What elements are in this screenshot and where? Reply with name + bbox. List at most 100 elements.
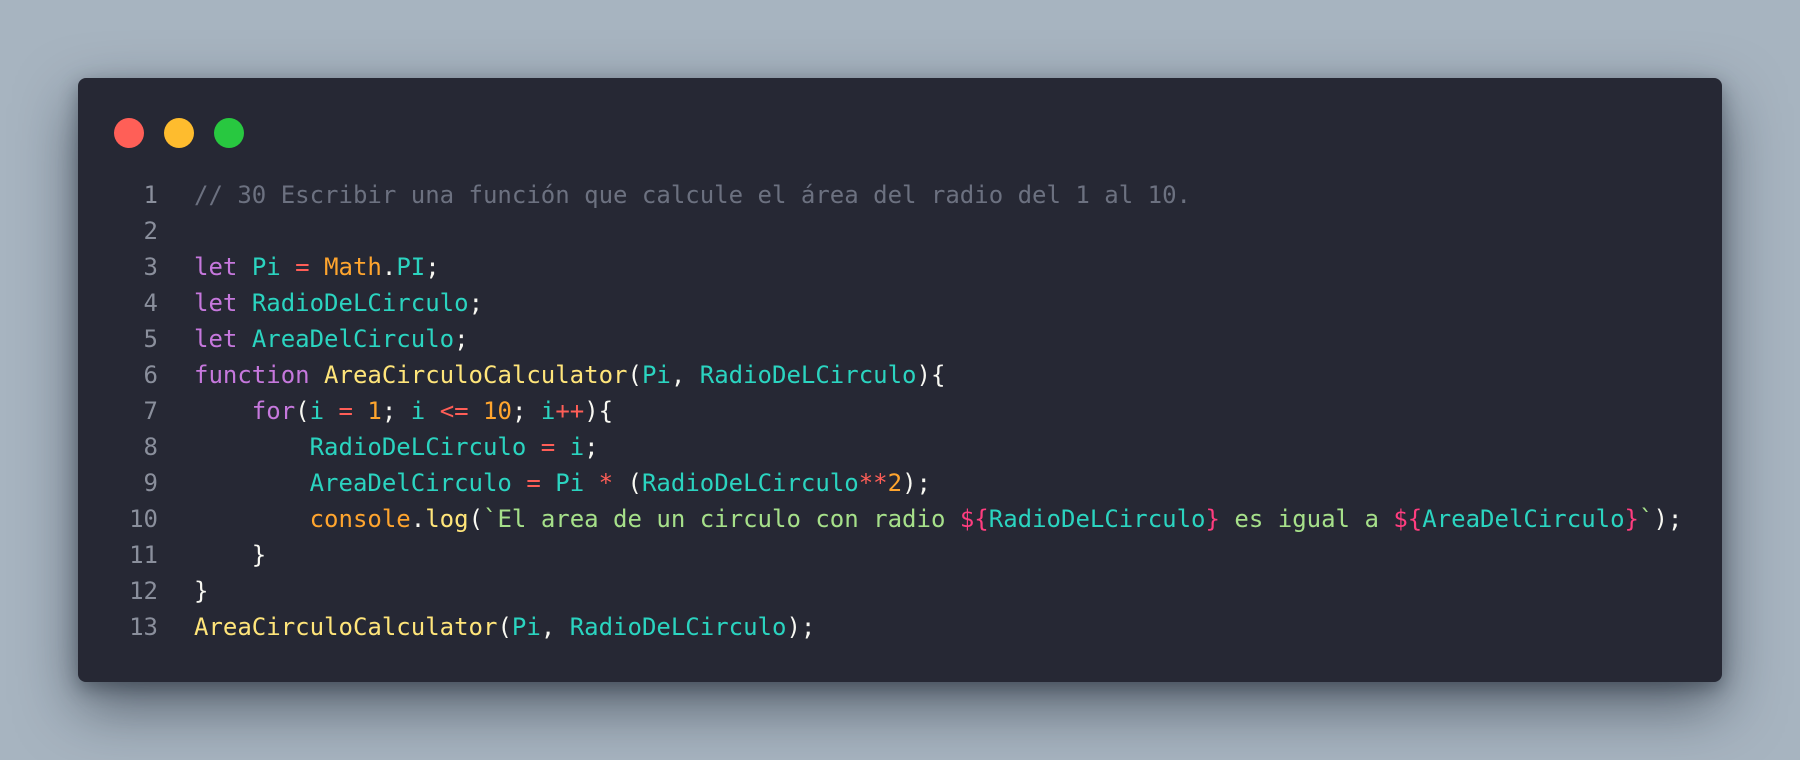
line-content: let RadioDeLCirculo;: [194, 285, 483, 321]
code-token: ${: [1393, 505, 1423, 533]
code-token: =: [338, 397, 353, 425]
code-token: Pi: [555, 469, 585, 497]
line-number: 4: [143, 289, 158, 317]
code-token: }: [194, 541, 267, 569]
code-token: PI: [396, 253, 426, 281]
code-token: ;: [468, 289, 484, 317]
code-line: 10 console.log(`El area de un circulo co…: [78, 501, 1722, 537]
code-token: ;: [584, 433, 599, 461]
line-number: 10: [129, 505, 158, 533]
code-token: ${: [959, 505, 989, 533]
code-line: 9 AreaDelCirculo = Pi * (RadioDeLCirculo…: [78, 465, 1722, 501]
code-token: =: [295, 253, 310, 281]
code-token: ,: [540, 613, 570, 641]
code-token: log: [425, 505, 469, 533]
line-content: // 30 Escribir una función que calcule e…: [194, 177, 1191, 213]
code-token: console: [309, 505, 411, 533]
code-line: 2: [78, 213, 1722, 249]
line-number: 6: [143, 361, 158, 389]
code-token: ,: [670, 361, 700, 389]
code-token: (: [613, 469, 642, 497]
code-token: AreaDelCirculo: [251, 325, 455, 353]
code-token: .: [410, 505, 426, 533]
line-number: 11: [129, 541, 158, 569]
code-token: function: [194, 361, 310, 389]
code-token: RadioDeLCirculo: [988, 505, 1206, 533]
code-token: ){: [916, 361, 946, 389]
code-token: );: [1653, 505, 1683, 533]
code-line: 12}: [78, 573, 1722, 609]
window-controls: [114, 118, 244, 148]
line-content: let AreaDelCirculo;: [194, 321, 469, 357]
code-token: 1: [367, 397, 382, 425]
line-number: 9: [143, 469, 158, 497]
code-token: <=: [439, 397, 469, 425]
line-content: AreaDelCirculo = Pi * (RadioDeLCirculo**…: [194, 465, 931, 501]
line-content: }: [194, 537, 266, 573]
code-token: Pi: [251, 253, 281, 281]
code-token: i: [410, 397, 426, 425]
code-token: i: [540, 397, 556, 425]
line-content: function AreaCirculoCalculator(Pi, Radio…: [194, 357, 945, 393]
code-line: 3 let Pi = Math.PI;: [78, 249, 1722, 285]
code-token: ;: [425, 253, 440, 281]
code-token: (: [497, 613, 512, 641]
code-token: es igual a: [1219, 505, 1394, 533]
code-token: RadioDeLCirculo: [699, 361, 917, 389]
code-token: 10: [483, 397, 512, 425]
code-window: 1 // 30 Escribir una función que calcule …: [78, 78, 1722, 682]
close-window-icon[interactable]: [114, 118, 144, 148]
line-number: 8: [143, 433, 158, 461]
line-content: AreaCirculoCalculator(Pi, RadioDeLCircul…: [194, 609, 815, 645]
line-number: 7: [143, 397, 158, 425]
code-token: ;: [381, 397, 411, 425]
code-token: 2: [887, 469, 903, 497]
line-content: for(i = 1; i <= 10; i++){: [194, 393, 613, 429]
code-token: RadioDeLCirculo: [641, 469, 859, 497]
code-token: `El area de un circulo con radio: [483, 505, 960, 533]
code-token: i: [309, 397, 325, 425]
code-token: =: [540, 433, 556, 461]
maximize-window-icon[interactable]: [214, 118, 244, 148]
code-editor[interactable]: 1 // 30 Escribir una función que calcule …: [78, 177, 1722, 645]
minimize-window-icon[interactable]: [164, 118, 194, 148]
code-token: ;: [454, 325, 469, 353]
code-token: );: [786, 613, 816, 641]
code-token: RadioDeLCirculo: [251, 289, 469, 317]
code-token: `: [1639, 505, 1654, 533]
code-token: RadioDeLCirculo: [309, 433, 527, 461]
line-number: 1: [143, 181, 158, 209]
code-token: Math: [324, 253, 382, 281]
code-line: 13 AreaCirculoCalculator(Pi, RadioDeLCirc…: [78, 609, 1722, 645]
code-line: 1 // 30 Escribir una función que calcule …: [78, 177, 1722, 213]
code-token: }: [1205, 505, 1220, 533]
code-token: );: [902, 469, 931, 497]
code-token: }: [1624, 505, 1639, 533]
line-number: 12: [129, 577, 158, 605]
code-token: (: [627, 361, 642, 389]
line-number: 5: [143, 325, 158, 353]
code-token: (: [295, 397, 310, 425]
code-token: // 30 Escribir una función que calcule e…: [194, 181, 1191, 209]
code-token: for: [251, 397, 296, 425]
code-token: AreaCirculoCalculator: [324, 361, 628, 389]
line-content: let Pi = Math.PI;: [194, 249, 440, 285]
code-token: AreaDelCirculo: [309, 469, 512, 497]
code-token: let: [194, 289, 238, 317]
code-line: 8 RadioDeLCirculo = i;: [78, 429, 1722, 465]
